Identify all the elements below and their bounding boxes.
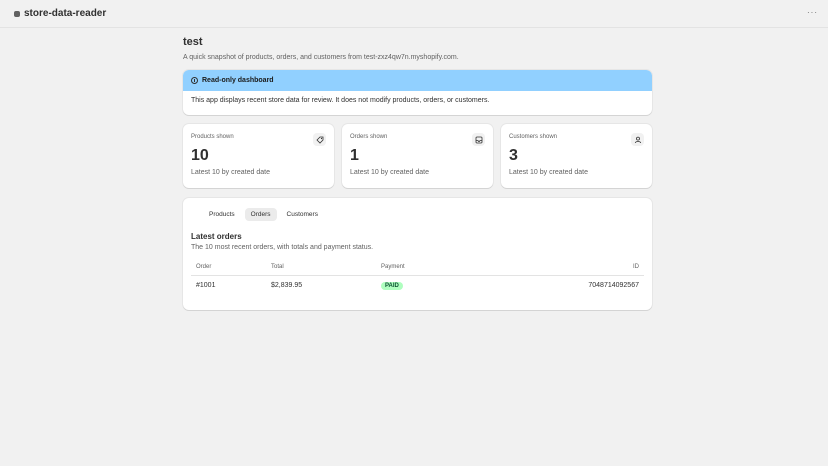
orders-card: Products Orders Customers Latest orders … — [183, 198, 652, 310]
divider — [0, 27, 828, 28]
person-icon — [631, 133, 644, 146]
top-bar: store-data-reader ··· — [0, 0, 828, 27]
stat-value: 10 — [191, 147, 209, 164]
stat-note: Latest 10 by created date — [350, 169, 429, 176]
tab-orders[interactable]: Orders — [244, 208, 277, 221]
column-header-id: ID — [471, 259, 644, 276]
table-header-row: Order Total Payment ID — [191, 259, 644, 276]
stat-note: Latest 10 by created date — [191, 169, 270, 176]
column-header-order: Order — [191, 259, 266, 276]
inbox-icon — [472, 133, 485, 146]
tab-customers[interactable]: Customers — [281, 208, 324, 221]
stat-card-products: Products shown 10 Latest 10 by created d… — [183, 124, 334, 188]
tab-list: Products Orders Customers — [203, 208, 644, 221]
stat-value: 3 — [509, 147, 518, 164]
stat-label: Orders shown — [350, 134, 388, 140]
column-header-payment: Payment — [376, 259, 472, 276]
order-total: $2,839.95 — [271, 282, 303, 289]
stat-value: 1 — [350, 147, 359, 164]
tab-products[interactable]: Products — [203, 208, 241, 221]
stats-row: Products shown 10 Latest 10 by created d… — [183, 124, 652, 188]
app-title: store-data-reader — [24, 8, 107, 19]
table-row[interactable]: #1001 $2,839.95 PAID 7048714092567 — [191, 276, 644, 296]
payment-cell: PAID — [376, 276, 472, 296]
status-badge: PAID — [381, 282, 403, 290]
banner-header: Read-only dashboard — [183, 70, 652, 91]
info-banner: Read-only dashboard This app displays re… — [183, 70, 652, 115]
order-id: 7048714092567 — [588, 282, 639, 289]
section-subtitle: The 10 most recent orders, with totals a… — [191, 244, 374, 251]
section-title: Latest orders — [191, 232, 242, 241]
main-content: test A quick snapshot of products, order… — [183, 33, 652, 310]
banner-title: Read-only dashboard — [202, 77, 274, 84]
info-icon — [191, 77, 198, 84]
tag-icon — [313, 133, 326, 146]
more-options-button[interactable]: ··· — [807, 8, 818, 17]
stat-label: Customers shown — [509, 134, 558, 140]
banner-body: This app displays recent store data for … — [191, 97, 490, 104]
stat-label: Products shown — [191, 134, 234, 140]
stat-card-orders: Orders shown 1 Latest 10 by created date — [342, 124, 493, 188]
page-subtitle: A quick snapshot of products, orders, an… — [183, 54, 459, 61]
orders-table: Order Total Payment ID #1001 $2,839.95 P… — [191, 259, 644, 295]
page-title: test — [183, 36, 203, 48]
stat-note: Latest 10 by created date — [509, 169, 588, 176]
order-number: #1001 — [196, 282, 216, 289]
column-header-total: Total — [266, 259, 376, 276]
stat-card-customers: Customers shown 3 Latest 10 by created d… — [501, 124, 652, 188]
app-icon — [14, 10, 20, 17]
